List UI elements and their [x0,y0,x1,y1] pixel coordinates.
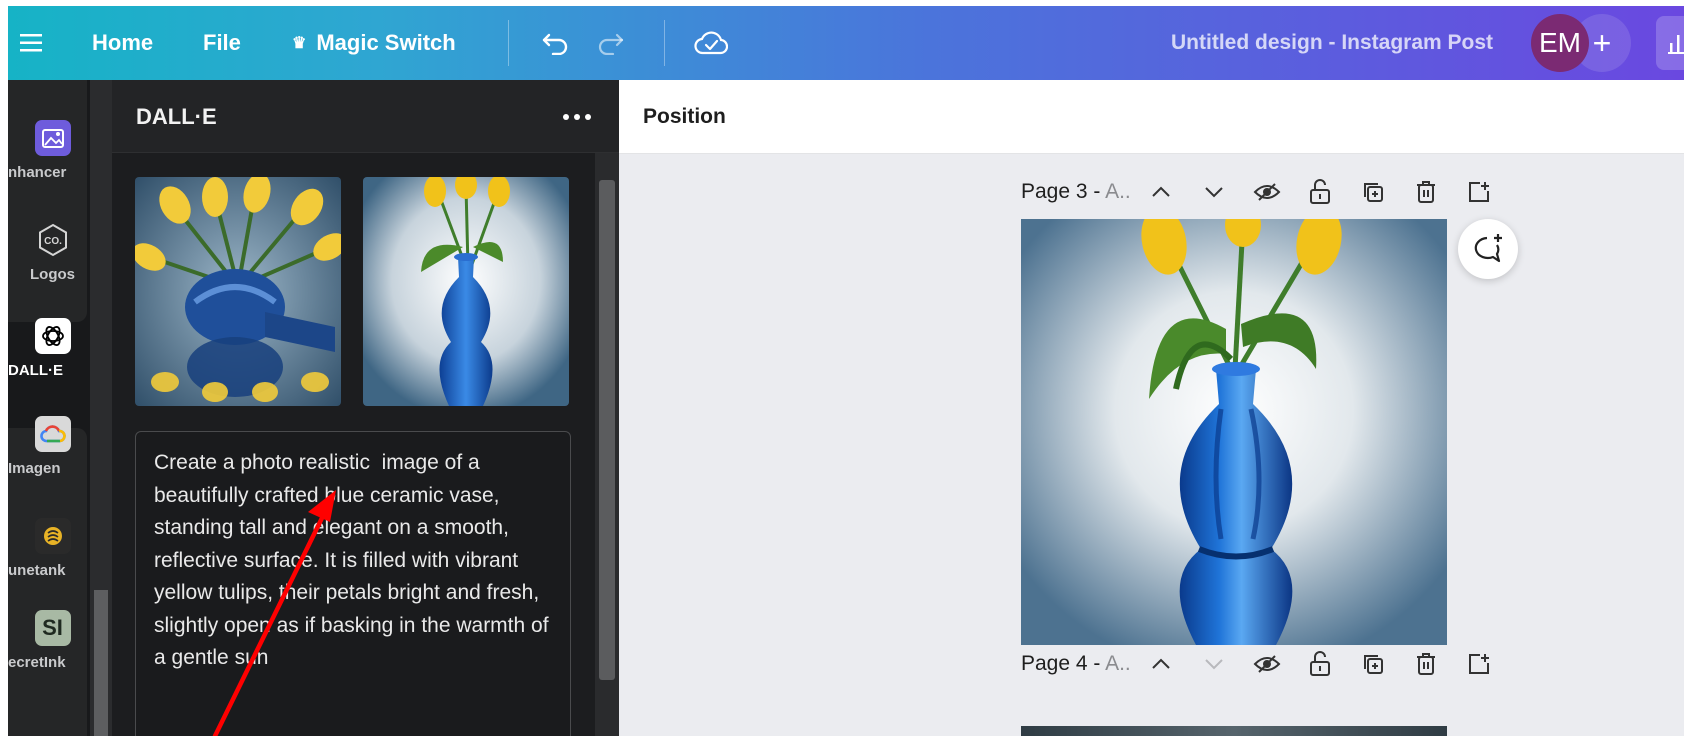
logo-badge-icon: CO. [35,222,71,258]
rail-item-tunetank[interactable]: unetank [8,518,87,579]
rail-item-imagen[interactable]: Imagen [8,416,87,477]
openai-icon [34,318,71,354]
magic-switch-label: Magic Switch [316,30,456,55]
page-title-sub: A.. [1105,652,1131,675]
panel-header: DALL·E [112,80,619,153]
rail-item-label: Imagen [8,460,61,477]
duplicate-icon[interactable] [1353,172,1393,212]
undo-icon[interactable] [534,6,578,80]
secretink-icon: SI [34,610,71,646]
hamburger-icon[interactable] [14,6,50,80]
design-title[interactable]: Untitled design - Instagram Post [1171,6,1493,80]
prompt-text: Create a photo realistic image of a beau… [154,451,555,669]
rail-item-secretink[interactable]: SI ecretInk [8,610,87,671]
position-button[interactable]: Position [643,80,726,154]
page-number-label: Page 3 - [1021,180,1106,203]
page-title[interactable]: Page 4 - A.. [1021,652,1131,676]
chevron-up-icon[interactable] [1141,172,1181,212]
file-menu-button[interactable]: File [203,6,241,80]
panel-title: DALL·E [136,103,217,129]
top-bar: Home File ♛ Magic Switch Untitled design… [8,6,1684,80]
rail-item-label: unetank [8,562,66,579]
delete-icon[interactable] [1406,644,1446,684]
editor-toolbar: Position [619,80,1684,154]
prompt-textarea[interactable]: Create a photo realistic image of a beau… [135,431,571,736]
chevron-down-icon[interactable] [1194,172,1234,212]
page-title-sub: A.. [1105,180,1131,203]
crown-icon: ♛ [292,35,307,52]
google-cloud-icon [34,416,71,452]
rail-item-label: nhancer [8,164,67,181]
home-button[interactable]: Home [92,6,153,80]
delete-icon[interactable] [1406,172,1446,212]
unlock-icon[interactable] [1300,172,1340,212]
rail-group-bg [8,80,87,322]
rail-scrollbar-thumb[interactable] [94,590,108,736]
page-number-label: Page 4 - [1021,652,1106,675]
cloud-check-icon[interactable] [689,6,733,80]
generated-image-1[interactable] [135,177,341,406]
page-title[interactable]: Page 3 - A.. [1021,180,1131,204]
unlock-icon[interactable] [1300,644,1340,684]
canvas-area: Page 3 - A.. Page 4 - A.. [619,154,1684,736]
magic-switch-button[interactable]: ♛ Magic Switch [292,6,456,80]
svg-text:CO.: CO. [44,236,62,247]
more-dots-icon[interactable] [552,80,602,153]
rail-item-label: DALL·E [8,362,63,379]
rail-item-label: Logos [30,266,75,283]
chart-icon[interactable] [1656,16,1684,70]
rail-item-enhancer[interactable]: nhancer [8,120,87,181]
chevron-up-icon[interactable] [1141,644,1181,684]
duplicate-icon[interactable] [1353,644,1393,684]
hide-icon[interactable] [1247,644,1287,684]
image-enhancer-icon [34,120,71,156]
rail-item-dalle[interactable]: DALL·E [8,318,87,379]
add-comment-icon[interactable] [1458,219,1518,279]
add-page-icon[interactable] [1459,172,1499,212]
page-4-canvas[interactable] [1021,726,1447,736]
panel-scrollbar-thumb[interactable] [599,180,615,680]
rail-item-label: ecretInk [8,654,66,671]
page-3-canvas[interactable] [1021,219,1447,645]
generated-image-2[interactable] [363,177,569,406]
toolbar-divider [508,20,509,66]
rail-item-logos[interactable]: CO. Logos [8,222,87,283]
toolbar-divider [664,20,665,66]
canva-app: Home File ♛ Magic Switch Untitled design… [0,0,1684,736]
redo-icon[interactable] [588,6,632,80]
hide-icon[interactable] [1247,172,1287,212]
chevron-down-icon [1194,644,1234,684]
avatar[interactable]: EM [1531,14,1589,72]
dalle-panel: DALL·E Create a photo realistic image of… [112,80,619,736]
add-page-icon[interactable] [1459,644,1499,684]
tunetank-icon [34,518,71,554]
app-rail: ▲ nhancer CO. Logos DALL·E Imagen [8,80,112,736]
